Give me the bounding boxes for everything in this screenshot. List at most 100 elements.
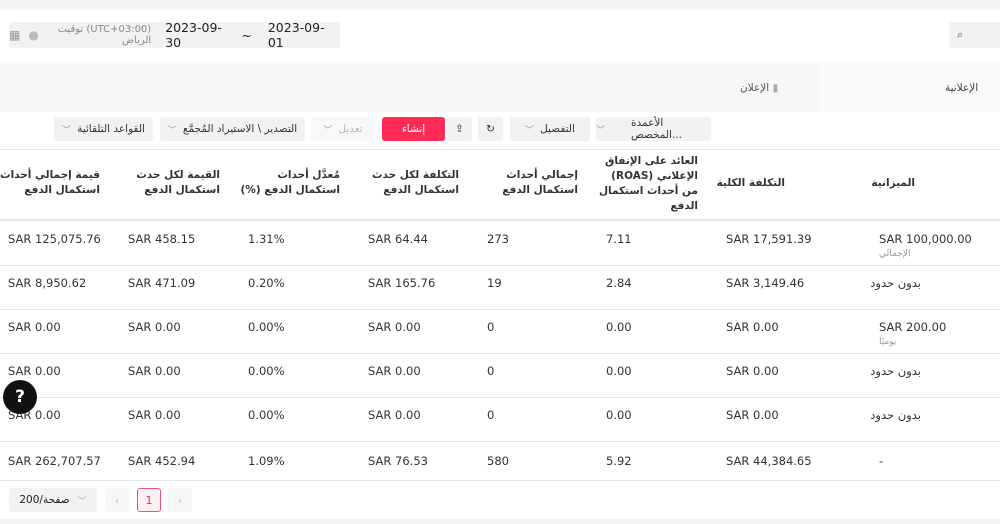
cell-vpe: SAR 452.94 (128, 454, 196, 468)
cell-events: 0 (487, 408, 495, 422)
date-range-picker[interactable]: ▦ ● (UTC+03:00) توقيت الرياض 2023-09-30 … (9, 20, 340, 50)
page-size-label: 200/صفحة (19, 494, 70, 506)
end-date[interactable]: 2023-09-30 (165, 20, 225, 50)
automated-rules-dropdown[interactable]: ﹀ القواعد التلقائية (54, 117, 153, 141)
page-1-button[interactable]: 1 (137, 488, 161, 512)
cell-events: 0 (487, 320, 495, 334)
cell-rate: 0.00% (248, 408, 285, 422)
budget-type: الإجمالي (879, 249, 911, 259)
row-divider (0, 397, 1000, 398)
cell-cpe: SAR 0.00 (368, 320, 421, 334)
tab-ad-label: الإعلان (740, 82, 770, 94)
cell-events: 273 (487, 232, 509, 246)
cell-cost: SAR 17,591.39 (726, 232, 812, 246)
cell-roas: 0.00 (606, 320, 632, 334)
cell-roas: 0.00 (606, 408, 632, 422)
cell-cpe: SAR 0.00 (368, 364, 421, 378)
col-total-cost[interactable]: التكلفة الكلية (685, 176, 785, 191)
cell-cpe: SAR 76.53 (368, 454, 428, 468)
cell-roas: 7.11 (606, 232, 632, 246)
timezone: (UTC+03:00) توقيت الرياض (57, 24, 152, 46)
chevron-down-icon: ﹀ (77, 496, 87, 507)
chevron-down-icon: ﹀ (525, 125, 535, 136)
cell-vpe: SAR 0.00 (128, 408, 181, 422)
cell-cpe: SAR 165.76 (368, 276, 436, 290)
cell-cost: SAR 44,384.65 (726, 454, 812, 468)
page-size-select[interactable]: 200/صفحة ﹀ (9, 488, 97, 512)
breakdown-dropdown[interactable]: ﹀ التفصيل (510, 117, 590, 141)
cell-cpe: SAR 0.00 (368, 408, 421, 422)
row-divider (0, 480, 1000, 481)
cell-budget: بدون حدود (870, 408, 921, 422)
col-event-rate[interactable]: مُعدَّل أحداث استكمال الدفع (%) (240, 168, 341, 198)
cell-rate: 0.00% (248, 364, 285, 378)
info-icon: ● (28, 28, 39, 42)
prev-page-button[interactable]: ‹ (105, 488, 129, 512)
row-divider (0, 265, 1000, 266)
cell-cost: SAR 0.00 (726, 364, 779, 378)
cell-rate: 1.09% (248, 454, 285, 468)
col-total-value[interactable]: قيمة إجمالي أحداث استكمال الدفع (0, 168, 100, 198)
search-icon: ⌕ (957, 28, 964, 41)
col-value-per-event[interactable]: القيمة لكل حدث استكمال الدفع (110, 168, 220, 198)
cell-roas: 0.00 (606, 364, 632, 378)
help-button[interactable]: ? (3, 380, 37, 414)
cell-total-value: SAR 0.00 (8, 320, 61, 334)
export-label: التصدير \ الاستيراد المُجمَّع (182, 123, 298, 135)
top-bar (0, 0, 1000, 9)
budget-type: يوميًا (879, 337, 897, 347)
cell-vpe: SAR 458.15 (128, 232, 196, 246)
cell-vpe: SAR 471.09 (128, 276, 196, 290)
divider (0, 219, 1000, 221)
search-box[interactable]: ⌕ (949, 22, 1000, 48)
cell-vpe: SAR 0.00 (128, 320, 181, 334)
upload-button[interactable]: ⇪ (447, 117, 472, 141)
breakdown-label: التفصيل (540, 123, 575, 135)
col-roas[interactable]: العائد على الإنفاق الإعلاني (ROAS) من أح… (598, 154, 698, 214)
tab-ad[interactable]: الإعلان ▮ (740, 82, 778, 94)
cell-events: 0 (487, 364, 495, 378)
cell-cost: SAR 3,149.46 (726, 276, 805, 290)
tab-ad-group[interactable]: الإعلانية (945, 82, 978, 94)
chevron-down-icon: ﹀ (596, 125, 606, 136)
rules-label: القواعد التلقائية (77, 123, 145, 135)
cell-vpe: SAR 0.00 (128, 364, 181, 378)
chevron-down-icon: ﹀ (62, 125, 72, 136)
cell-cost: SAR 0.00 (726, 408, 779, 422)
col-checkout-events[interactable]: إجمالي أحداث استكمال الدفع (478, 168, 578, 198)
cell-cpe: SAR 64.44 (368, 232, 428, 246)
start-date[interactable]: 2023-09-01 (268, 20, 328, 50)
cell-budget: بدون حدود (870, 364, 921, 378)
cell-rate: 0.00% (248, 320, 285, 334)
file-upload-icon: ⇪ (455, 123, 464, 135)
cell-total-value: SAR 8,950.62 (8, 276, 87, 290)
edit-label: تعديل (338, 123, 363, 135)
custom-columns-dropdown[interactable]: ﹀ الأعمدة المخصص... (596, 117, 711, 141)
next-page-button[interactable]: › (168, 488, 192, 512)
refresh-button[interactable]: ↻ (478, 117, 503, 141)
calendar-icon: ▦ (9, 28, 21, 42)
cell-rate: 1.31% (248, 232, 285, 246)
cell-total-value: SAR 0.00 (8, 364, 61, 378)
cell-budget: بدون حدود (870, 276, 921, 290)
cell-roas: 2.84 (606, 276, 632, 290)
cell-rate: 0.20% (248, 276, 285, 290)
chevron-down-icon: ﹀ (167, 125, 177, 136)
date-separator: ~ (241, 27, 252, 43)
edit-dropdown[interactable]: ﹀ تعديل (311, 117, 375, 141)
cell-budget: SAR 200.00 (879, 320, 947, 334)
refresh-icon: ↻ (486, 123, 495, 135)
bottom-bar (0, 518, 1000, 524)
create-button[interactable]: إنشاء (382, 117, 445, 141)
row-divider (0, 309, 1000, 310)
chevron-right-icon: › (177, 493, 183, 507)
cell-budget: - (879, 454, 884, 468)
cell-cost: SAR 0.00 (726, 320, 779, 334)
bulk-export-import-dropdown[interactable]: ﹀ التصدير \ الاستيراد المُجمَّع (160, 117, 305, 141)
divider (0, 149, 1000, 150)
col-budget[interactable]: الميزانية (815, 176, 915, 191)
col-cost-per-event[interactable]: التكلفة لكل حدث استكمال الدفع (359, 168, 459, 198)
cell-total-value: SAR 125,075.76 (8, 232, 101, 246)
cell-budget: SAR 100,000.00 (879, 232, 972, 246)
row-divider (0, 441, 1000, 442)
